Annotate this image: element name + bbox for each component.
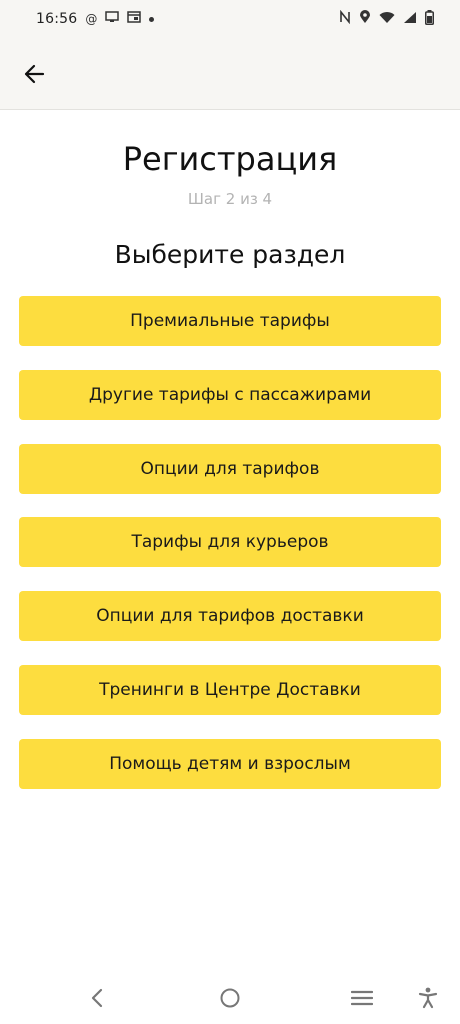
option-tariff-options-button[interactable]: Опции для тарифов xyxy=(19,443,441,494)
status-right xyxy=(339,9,434,29)
nfc-icon xyxy=(339,9,351,28)
signal-icon xyxy=(403,11,417,28)
calendar-icon xyxy=(127,11,142,27)
nav-recents-icon xyxy=(350,989,374,1011)
nav-home-icon xyxy=(219,987,241,1013)
option-help-children-adults-button[interactable]: Помощь детям и взрослым xyxy=(19,738,441,789)
battery-icon xyxy=(425,9,434,29)
option-courier-tariffs-button[interactable]: Тарифы для курьеров xyxy=(19,517,441,568)
app-bar xyxy=(0,38,460,110)
page-title: Регистрация xyxy=(122,140,338,178)
dot-icon xyxy=(149,16,155,22)
status-time: 16:56 xyxy=(36,11,78,27)
section-title: Выберите раздел xyxy=(114,240,346,269)
step-indicator: Шаг 2 из 4 xyxy=(187,190,273,208)
arrow-left-icon xyxy=(23,64,45,88)
wifi-icon xyxy=(379,11,395,28)
option-premium-tariffs-button[interactable]: Премиальные тарифы xyxy=(19,296,441,346)
accessibility-icon xyxy=(418,987,438,1013)
option-list: Премиальные тарифы Другие тарифы с пасса… xyxy=(19,296,441,813)
nav-back-icon xyxy=(89,988,105,1012)
location-icon xyxy=(359,10,371,28)
system-nav-bar xyxy=(0,976,460,1024)
monitor-icon xyxy=(105,11,120,27)
option-delivery-center-trainings-button[interactable]: Тренинги в Центре Доставки xyxy=(19,664,441,715)
nav-back-button[interactable] xyxy=(81,984,113,1016)
status-bar: 16:56 @ xyxy=(0,0,460,38)
option-delivery-tariff-options-button[interactable]: Опции для тарифов доставки xyxy=(19,591,441,642)
nav-home-button[interactable] xyxy=(214,984,246,1016)
back-button[interactable] xyxy=(14,56,54,96)
status-left: 16:56 @ xyxy=(36,11,155,27)
nav-recents-button[interactable] xyxy=(346,984,378,1016)
option-other-passenger-tariffs-button[interactable]: Другие тарифы с пассажирами xyxy=(19,369,441,420)
accessibility-button[interactable] xyxy=(412,984,444,1016)
at-sign-icon: @ xyxy=(85,12,98,26)
